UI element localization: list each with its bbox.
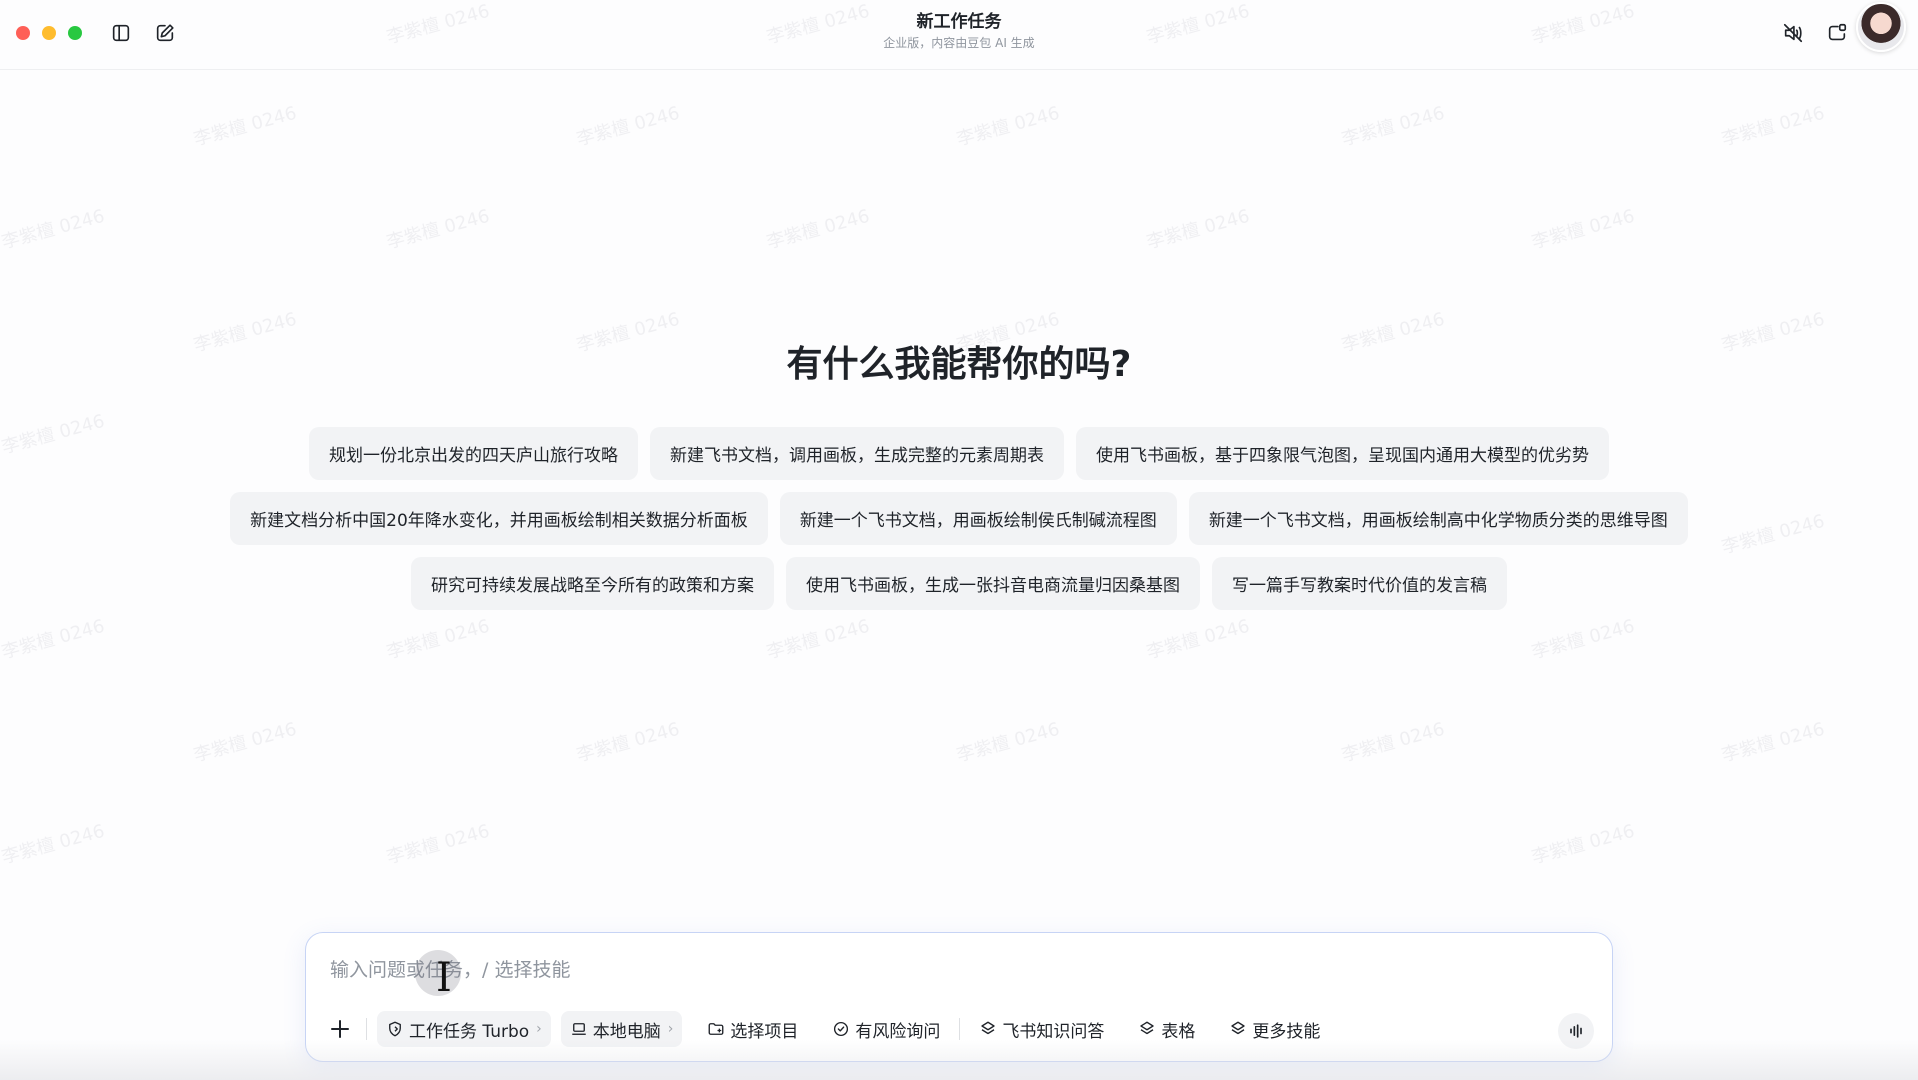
layers-icon <box>1231 1021 1246 1035</box>
watermark: 李紫檀 0246 <box>1719 102 1827 151</box>
picture-in-picture-icon[interactable] <box>1824 20 1850 46</box>
watermark: 李紫檀 0246 <box>764 205 872 254</box>
watermark: 李紫檀 0246 <box>954 718 1062 767</box>
text-cursor-icon: I <box>436 955 452 1001</box>
task-shield-icon <box>389 1021 401 1037</box>
local-pc-label: 本地电脑 <box>592 1021 661 1042</box>
window-title: 新工作任务 <box>916 12 1002 32</box>
hero-heading: 有什么我能帮你的吗? <box>786 344 1132 385</box>
watermark: 李紫檀 0246 <box>0 205 107 254</box>
watermark: 李紫檀 0246 <box>1339 102 1447 151</box>
window-subtitle: 企业版，内容由豆包 AI 生成 <box>883 36 1035 50</box>
watermark: 李紫檀 0246 <box>574 718 682 767</box>
table-skill-label: 表格 <box>1161 1021 1196 1042</box>
suggestion-list: 规划一份北京出发的四天庐山旅行攻略 新建飞书文档，调用画板，生成完整的元素周期表… <box>150 427 1768 622</box>
suggestion-row: 研究可持续发展战略至今所有的政策和方案 使用飞书画板，生成一张抖音电商流量归因桑… <box>150 557 1768 610</box>
user-avatar[interactable] <box>1856 2 1906 52</box>
suggestion-chip[interactable]: 新建文档分析中国20年降水变化，并用画板绘制相关数据分析面板 <box>230 492 768 545</box>
watermark: 李紫檀 0246 <box>1529 820 1637 869</box>
watermark: 李紫檀 0246 <box>1144 205 1252 254</box>
suggestion-chip[interactable]: 新建一个飞书文档，用画板绘制侯氏制碱流程图 <box>779 492 1177 545</box>
toolbar-divider <box>366 1018 367 1040</box>
suggestion-chip[interactable]: 使用飞书画板，基于四象限气泡图，呈现国内通用大模型的优劣势 <box>1076 427 1609 480</box>
suggestion-chip[interactable]: 使用飞书画板，生成一张抖音电商流量归因桑基图 <box>786 557 1200 610</box>
toolbar-divider <box>959 1018 961 1040</box>
watermark: 李紫檀 0246 <box>1339 718 1447 767</box>
suggestion-chip[interactable]: 写一篇手写教案时代价值的发言稿 <box>1212 557 1507 610</box>
suggestion-row: 新建文档分析中国20年降水变化，并用画板绘制相关数据分析面板 新建一个飞书文档，… <box>150 492 1768 545</box>
watermark: 李紫檀 0246 <box>1529 205 1637 254</box>
plus-icon <box>331 1020 349 1038</box>
watermark: 李紫檀 0246 <box>0 820 107 869</box>
title-block: 新工作任务 企业版，内容由豆包 AI 生成 <box>0 10 1918 52</box>
suggestion-chip[interactable]: 规划一份北京出发的四天庐山旅行攻略 <box>309 427 638 480</box>
layers-icon <box>1140 1021 1155 1035</box>
title-bar: 新工作任务 企业版，内容由豆包 AI 生成 <box>0 0 1918 70</box>
bottom-fade <box>0 1040 1918 1080</box>
app-window: 新工作任务 企业版，内容由豆包 AI 生成 李紫檀 0246 李紫檀 0246 … <box>0 0 1918 1080</box>
feishu-qa-label: 飞书知识问答 <box>1002 1021 1105 1042</box>
folder-icon <box>708 1023 724 1035</box>
suggestion-row: 规划一份北京出发的四天庐山旅行攻略 新建飞书文档，调用画板，生成完整的元素周期表… <box>150 427 1768 480</box>
watermark: 李紫檀 0246 <box>384 820 492 869</box>
watermark: 李紫檀 0246 <box>191 718 299 767</box>
work-task-label: 工作任务 Turbo <box>409 1021 530 1042</box>
watermark: 李紫檀 0246 <box>191 102 299 151</box>
chevron-right-icon: › <box>536 1021 542 1037</box>
watermark: 李紫檀 0246 <box>954 102 1062 151</box>
chevron-right-icon: › <box>667 1021 674 1037</box>
more-skills-label: 更多技能 <box>1252 1021 1321 1042</box>
layers-icon <box>981 1021 996 1035</box>
suggestion-chip[interactable]: 新建一个飞书文档，用画板绘制高中化学物质分类的思维导图 <box>1188 492 1688 545</box>
watermark: 李紫檀 0246 <box>1719 718 1827 767</box>
prompt-input[interactable] <box>330 953 1530 987</box>
watermark: 李紫檀 0246 <box>574 102 682 151</box>
watermark: 李紫檀 0246 <box>384 205 492 254</box>
risk-inquiry-label: 有风险询问 <box>855 1021 941 1042</box>
watermark: 李紫檀 0246 <box>0 410 107 459</box>
watermark: 李紫檀 0246 <box>0 615 107 664</box>
suggestion-chip[interactable]: 研究可持续发展战略至今所有的政策和方案 <box>411 557 774 610</box>
laptop-icon <box>572 1023 586 1035</box>
waveform-icon <box>1570 1024 1582 1038</box>
check-circle-icon <box>834 1021 849 1037</box>
suggestion-chip[interactable]: 新建飞书文档，调用画板，生成完整的元素周期表 <box>650 427 1064 480</box>
mute-icon[interactable] <box>1780 20 1806 46</box>
select-project-label: 选择项目 <box>730 1021 799 1042</box>
